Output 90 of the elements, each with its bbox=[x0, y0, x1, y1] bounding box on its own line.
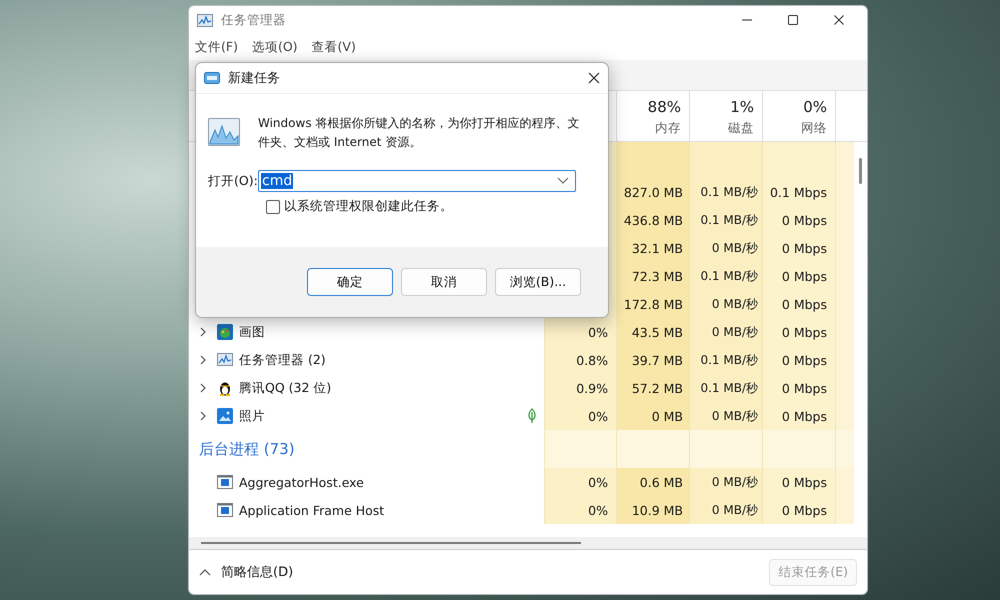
close-icon bbox=[588, 72, 600, 84]
column-label: 网络 bbox=[800, 120, 827, 137]
memory-cell: 72.3 MB bbox=[616, 262, 689, 290]
process-name: Application Frame Host bbox=[239, 502, 384, 518]
chevron-right-icon bbox=[199, 383, 207, 393]
network-cell: 0 Mbps bbox=[762, 468, 835, 496]
paint-app-icon bbox=[217, 324, 233, 340]
dialog-button[interactable]: 取消 bbox=[401, 268, 487, 296]
maximize-icon bbox=[787, 14, 799, 26]
column-percent: 88% bbox=[646, 98, 681, 116]
photo-app-icon bbox=[217, 408, 233, 424]
horizontal-scrollbar[interactable] bbox=[189, 537, 867, 550]
dialog-title: 新建任务 bbox=[228, 70, 280, 87]
cpu-cell: 0.8% bbox=[544, 346, 616, 374]
memory-cell: 827.0 MB bbox=[616, 178, 689, 206]
memory-cell: 172.8 MB bbox=[616, 290, 689, 318]
column-percent: 0% bbox=[802, 98, 827, 116]
dialog-button[interactable]: 浏览(B)... bbox=[495, 268, 581, 296]
process-name: 腾讯QQ (32 位) bbox=[239, 380, 332, 396]
memory-cell: 436.8 MB bbox=[616, 206, 689, 234]
disk-cell: 0 MB/秒 bbox=[689, 468, 762, 496]
window-icon bbox=[217, 474, 233, 490]
close-icon bbox=[833, 14, 845, 26]
column-header[interactable]: 0% 网络 bbox=[762, 91, 835, 141]
menu-item[interactable]: 文件(F) bbox=[195, 38, 238, 56]
cpu-cell: 0% bbox=[544, 318, 616, 346]
dialog-description: Windows 将根据你所键入的名称，为你打开相应的程序、文件夹、文档或 Internet 资源。 bbox=[258, 115, 580, 151]
scrollbar-thumb[interactable] bbox=[201, 542, 581, 544]
process-name: AggregatorHost.exe bbox=[239, 474, 364, 490]
menu-item[interactable]: 选项(O) bbox=[252, 38, 298, 56]
memory-cell: 43.5 MB bbox=[616, 318, 689, 346]
process-name: 任务管理器 (2) bbox=[239, 352, 326, 368]
chevron-down-icon bbox=[557, 177, 569, 185]
memory-cell: 32.1 MB bbox=[616, 234, 689, 262]
checkbox-label[interactable]: 以系统管理权限创建此任务。 bbox=[284, 198, 453, 215]
details-toggle[interactable]: 简略信息(D) bbox=[199, 563, 294, 581]
disk-cell: 0.1 MB/秒 bbox=[689, 178, 762, 206]
chart-window-icon bbox=[208, 118, 240, 146]
dialog-button[interactable]: 确定 bbox=[307, 268, 393, 296]
network-cell: 0 Mbps bbox=[762, 234, 835, 262]
checkbox[interactable] bbox=[266, 200, 280, 214]
column-header[interactable]: 1% 磁盘 bbox=[689, 91, 762, 141]
disk-cell: 0 MB/秒 bbox=[689, 496, 762, 524]
command-combobox[interactable]: cmd bbox=[258, 170, 576, 192]
task-manager-icon bbox=[217, 352, 233, 368]
network-cell: 0 Mbps bbox=[762, 262, 835, 290]
network-cell: 0 Mbps bbox=[762, 374, 835, 402]
chevron-up-icon bbox=[199, 568, 211, 576]
memory-cell: 10.9 MB bbox=[616, 496, 689, 524]
scrollbar-thumb[interactable] bbox=[859, 158, 862, 184]
task-manager-icon bbox=[197, 12, 213, 28]
disk-cell: 0 MB/秒 bbox=[689, 290, 762, 318]
cpu-cell: 0% bbox=[544, 468, 616, 496]
network-cell: 0.1 Mbps bbox=[762, 178, 835, 206]
disk-cell: 0 MB/秒 bbox=[689, 318, 762, 346]
column-header[interactable]: 88% 内存 bbox=[616, 91, 689, 141]
column-label: 磁盘 bbox=[727, 120, 754, 137]
process-name: 照片 bbox=[239, 408, 265, 424]
memory-cell: 0.6 MB bbox=[616, 468, 689, 496]
disk-cell: 0.1 MB/秒 bbox=[689, 346, 762, 374]
disk-cell: 0.1 MB/秒 bbox=[689, 262, 762, 290]
window-icon bbox=[204, 72, 220, 84]
network-cell: 0 Mbps bbox=[762, 318, 835, 346]
window-title: 任务管理器 bbox=[221, 12, 286, 28]
cpu-cell: 0.9% bbox=[544, 374, 616, 402]
disk-cell: 0 MB/秒 bbox=[689, 234, 762, 262]
memory-cell: 39.7 MB bbox=[616, 346, 689, 374]
disk-cell: 0.1 MB/秒 bbox=[689, 206, 762, 234]
network-cell: 0 Mbps bbox=[762, 290, 835, 318]
chevron-right-icon bbox=[199, 411, 207, 421]
cpu-cell: 0% bbox=[544, 402, 616, 430]
network-cell: 0 Mbps bbox=[762, 496, 835, 524]
section-heading[interactable]: 后台进程 (73) bbox=[199, 440, 295, 458]
menu-item[interactable]: 查看(V) bbox=[312, 38, 356, 56]
column-percent: 1% bbox=[729, 98, 754, 116]
process-name: 画图 bbox=[239, 324, 265, 340]
open-label: 打开(O): bbox=[208, 172, 258, 190]
disk-cell: 0.1 MB/秒 bbox=[689, 374, 762, 402]
network-cell: 0 Mbps bbox=[762, 402, 835, 430]
column-label: 内存 bbox=[654, 120, 681, 137]
chevron-right-icon bbox=[199, 355, 207, 365]
penguin-icon bbox=[217, 380, 233, 396]
network-cell: 0 Mbps bbox=[762, 206, 835, 234]
disk-cell: 0 MB/秒 bbox=[689, 402, 762, 430]
cpu-cell: 0% bbox=[544, 496, 616, 524]
memory-cell: 57.2 MB bbox=[616, 374, 689, 402]
memory-cell: 0 MB bbox=[616, 402, 689, 430]
network-cell: 0 Mbps bbox=[762, 346, 835, 374]
window-icon bbox=[217, 502, 233, 518]
chevron-right-icon bbox=[199, 327, 207, 337]
